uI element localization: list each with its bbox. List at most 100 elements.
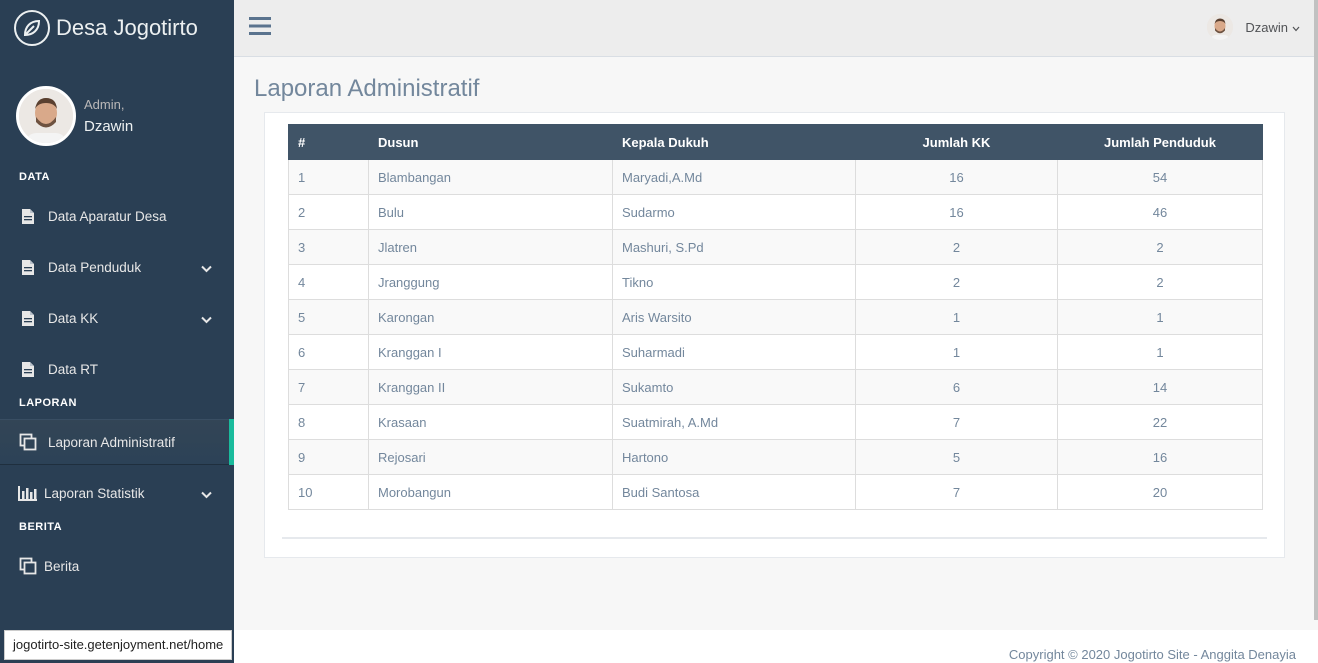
table-cell: 16 bbox=[855, 194, 1058, 230]
document-icon bbox=[18, 257, 38, 277]
table-cell: 6 bbox=[855, 369, 1058, 405]
chevron-down-icon bbox=[201, 261, 212, 276]
status-bar-url: jogotirto-site.getenjoyment.net/home bbox=[4, 630, 233, 660]
avatar bbox=[16, 86, 76, 146]
column-header: # bbox=[288, 124, 369, 160]
table-cell: 20 bbox=[1057, 474, 1263, 510]
copy-icon bbox=[18, 432, 38, 452]
table-cell: Jranggung bbox=[368, 264, 613, 300]
page-title: Laporan Administratif bbox=[254, 75, 480, 102]
sidebar-item-label: Data Penduduk bbox=[48, 259, 142, 275]
chevron-down-icon bbox=[201, 312, 212, 327]
sidebar-item-data-kk[interactable]: Data KK bbox=[0, 295, 234, 341]
chevron-down-icon bbox=[1292, 20, 1300, 35]
table-cell: 1 bbox=[855, 299, 1058, 335]
table-row: 9 Rejosari Hartono 5 16 bbox=[288, 439, 1263, 475]
document-icon bbox=[18, 359, 38, 379]
divider bbox=[282, 537, 1267, 539]
table-cell: 2 bbox=[1057, 264, 1263, 300]
table-row: 4 Jranggung Tikno 2 2 bbox=[288, 264, 1263, 300]
table-cell: Blambangan bbox=[368, 159, 613, 195]
table-cell: 9 bbox=[288, 439, 369, 475]
hamburger-menu-icon[interactable] bbox=[249, 16, 271, 39]
profile-name: Dzawin bbox=[84, 118, 134, 135]
table-cell: 1 bbox=[855, 334, 1058, 370]
table-cell: 1 bbox=[1057, 334, 1263, 370]
table-cell: Morobangun bbox=[368, 474, 613, 510]
table-row: 6 Kranggan I Suharmadi 1 1 bbox=[288, 334, 1263, 370]
table-cell: Jlatren bbox=[368, 229, 613, 265]
document-icon bbox=[18, 308, 38, 328]
table-cell: Rejosari bbox=[368, 439, 613, 475]
sidebar-item-data-rt[interactable]: Data RT bbox=[0, 346, 234, 392]
sidebar-item-label: Laporan Administratif bbox=[48, 434, 175, 450]
table-cell: 22 bbox=[1057, 404, 1263, 440]
table-cell: Kranggan II bbox=[368, 369, 613, 405]
sidebar-item-berita[interactable]: Berita bbox=[0, 543, 234, 589]
table-cell: 7 bbox=[288, 369, 369, 405]
table-row: 3 Jlatren Mashuri, S.Pd 2 2 bbox=[288, 229, 1263, 265]
table-row: 1 Blambangan Maryadi,A.Md 16 54 bbox=[288, 159, 1263, 195]
table-cell: 6 bbox=[288, 334, 369, 370]
sidebar-item-label: Berita bbox=[44, 558, 80, 574]
table-cell: Sudarmo bbox=[612, 194, 856, 230]
table-cell: 1 bbox=[1057, 299, 1263, 335]
table-cell: Maryadi,A.Md bbox=[612, 159, 856, 195]
sidebar-item-laporan-administratif[interactable]: Laporan Administratif bbox=[0, 419, 234, 465]
sidebar: Desa Jogotirto Admin, Dzawin DATA Data A… bbox=[0, 0, 234, 663]
report-table: # Dusun Kepala Dukuh Jumlah KK Jumlah Pe… bbox=[288, 124, 1263, 510]
section-berita: BERITA bbox=[19, 521, 63, 533]
table-cell: 46 bbox=[1057, 194, 1263, 230]
table-cell: 54 bbox=[1057, 159, 1263, 195]
table-cell: 5 bbox=[855, 439, 1058, 475]
column-header: Jumlah KK bbox=[855, 124, 1058, 160]
table-cell: 2 bbox=[1057, 229, 1263, 265]
table-cell: Kranggan I bbox=[368, 334, 613, 370]
table-cell: 7 bbox=[855, 474, 1058, 510]
user-dropdown[interactable]: Dzawin bbox=[1207, 14, 1300, 40]
table-cell: 2 bbox=[288, 194, 369, 230]
sidebar-item-label: Data Aparatur Desa bbox=[48, 208, 167, 224]
table-cell: 16 bbox=[1057, 439, 1263, 475]
report-panel: # Dusun Kepala Dukuh Jumlah KK Jumlah Pe… bbox=[264, 112, 1285, 558]
table-header-row: # Dusun Kepala Dukuh Jumlah KK Jumlah Pe… bbox=[288, 124, 1263, 160]
table-cell: Budi Santosa bbox=[612, 474, 856, 510]
table-cell: 5 bbox=[288, 299, 369, 335]
leaf-icon bbox=[14, 10, 50, 46]
table-cell: Sukamto bbox=[612, 369, 856, 405]
section-laporan: LAPORAN bbox=[19, 397, 77, 409]
column-header: Dusun bbox=[368, 124, 613, 160]
table-row: 5 Karongan Aris Warsito 1 1 bbox=[288, 299, 1263, 335]
table-cell: 4 bbox=[288, 264, 369, 300]
sidebar-item-laporan-statistik[interactable]: Laporan Statistik bbox=[0, 470, 234, 516]
brand-title: Desa Jogotirto bbox=[56, 15, 198, 40]
column-header: Kepala Dukuh bbox=[612, 124, 856, 160]
table-cell: 3 bbox=[288, 229, 369, 265]
table-cell: Bulu bbox=[368, 194, 613, 230]
table-cell: Karongan bbox=[368, 299, 613, 335]
table-row: 2 Bulu Sudarmo 16 46 bbox=[288, 194, 1263, 230]
table-cell: Mashuri, S.Pd bbox=[612, 229, 856, 265]
table-cell: 2 bbox=[855, 229, 1058, 265]
bar-chart-icon bbox=[18, 483, 38, 503]
avatar bbox=[1207, 14, 1234, 40]
table-row: 10 Morobangun Budi Santosa 7 20 bbox=[288, 474, 1263, 510]
table-cell: Tikno bbox=[612, 264, 856, 300]
table-cell: Krasaan bbox=[368, 404, 613, 440]
sidebar-item-data-aparatur-desa[interactable]: Data Aparatur Desa bbox=[0, 193, 234, 239]
top-navbar: Dzawin bbox=[234, 0, 1318, 57]
copy-icon bbox=[18, 556, 38, 576]
table-cell: 14 bbox=[1057, 369, 1263, 405]
user-name: Dzawin bbox=[1245, 19, 1288, 35]
table-cell: 2 bbox=[855, 264, 1058, 300]
brand[interactable]: Desa Jogotirto bbox=[0, 0, 234, 57]
scrollbar[interactable] bbox=[1314, 0, 1318, 620]
sidebar-item-label: Data RT bbox=[48, 361, 99, 377]
footer: Copyright © 2020 Jogotirto Site - Anggit… bbox=[234, 630, 1318, 663]
table-cell: 10 bbox=[288, 474, 369, 510]
sidebar-item-data-penduduk[interactable]: Data Penduduk bbox=[0, 244, 234, 290]
profile-greeting: Admin, bbox=[84, 97, 125, 112]
footer-copyright: Copyright © 2020 Jogotirto Site - Anggit… bbox=[1008, 647, 1296, 662]
table-cell: 16 bbox=[855, 159, 1058, 195]
sidebar-item-label: Laporan Statistik bbox=[44, 485, 145, 501]
